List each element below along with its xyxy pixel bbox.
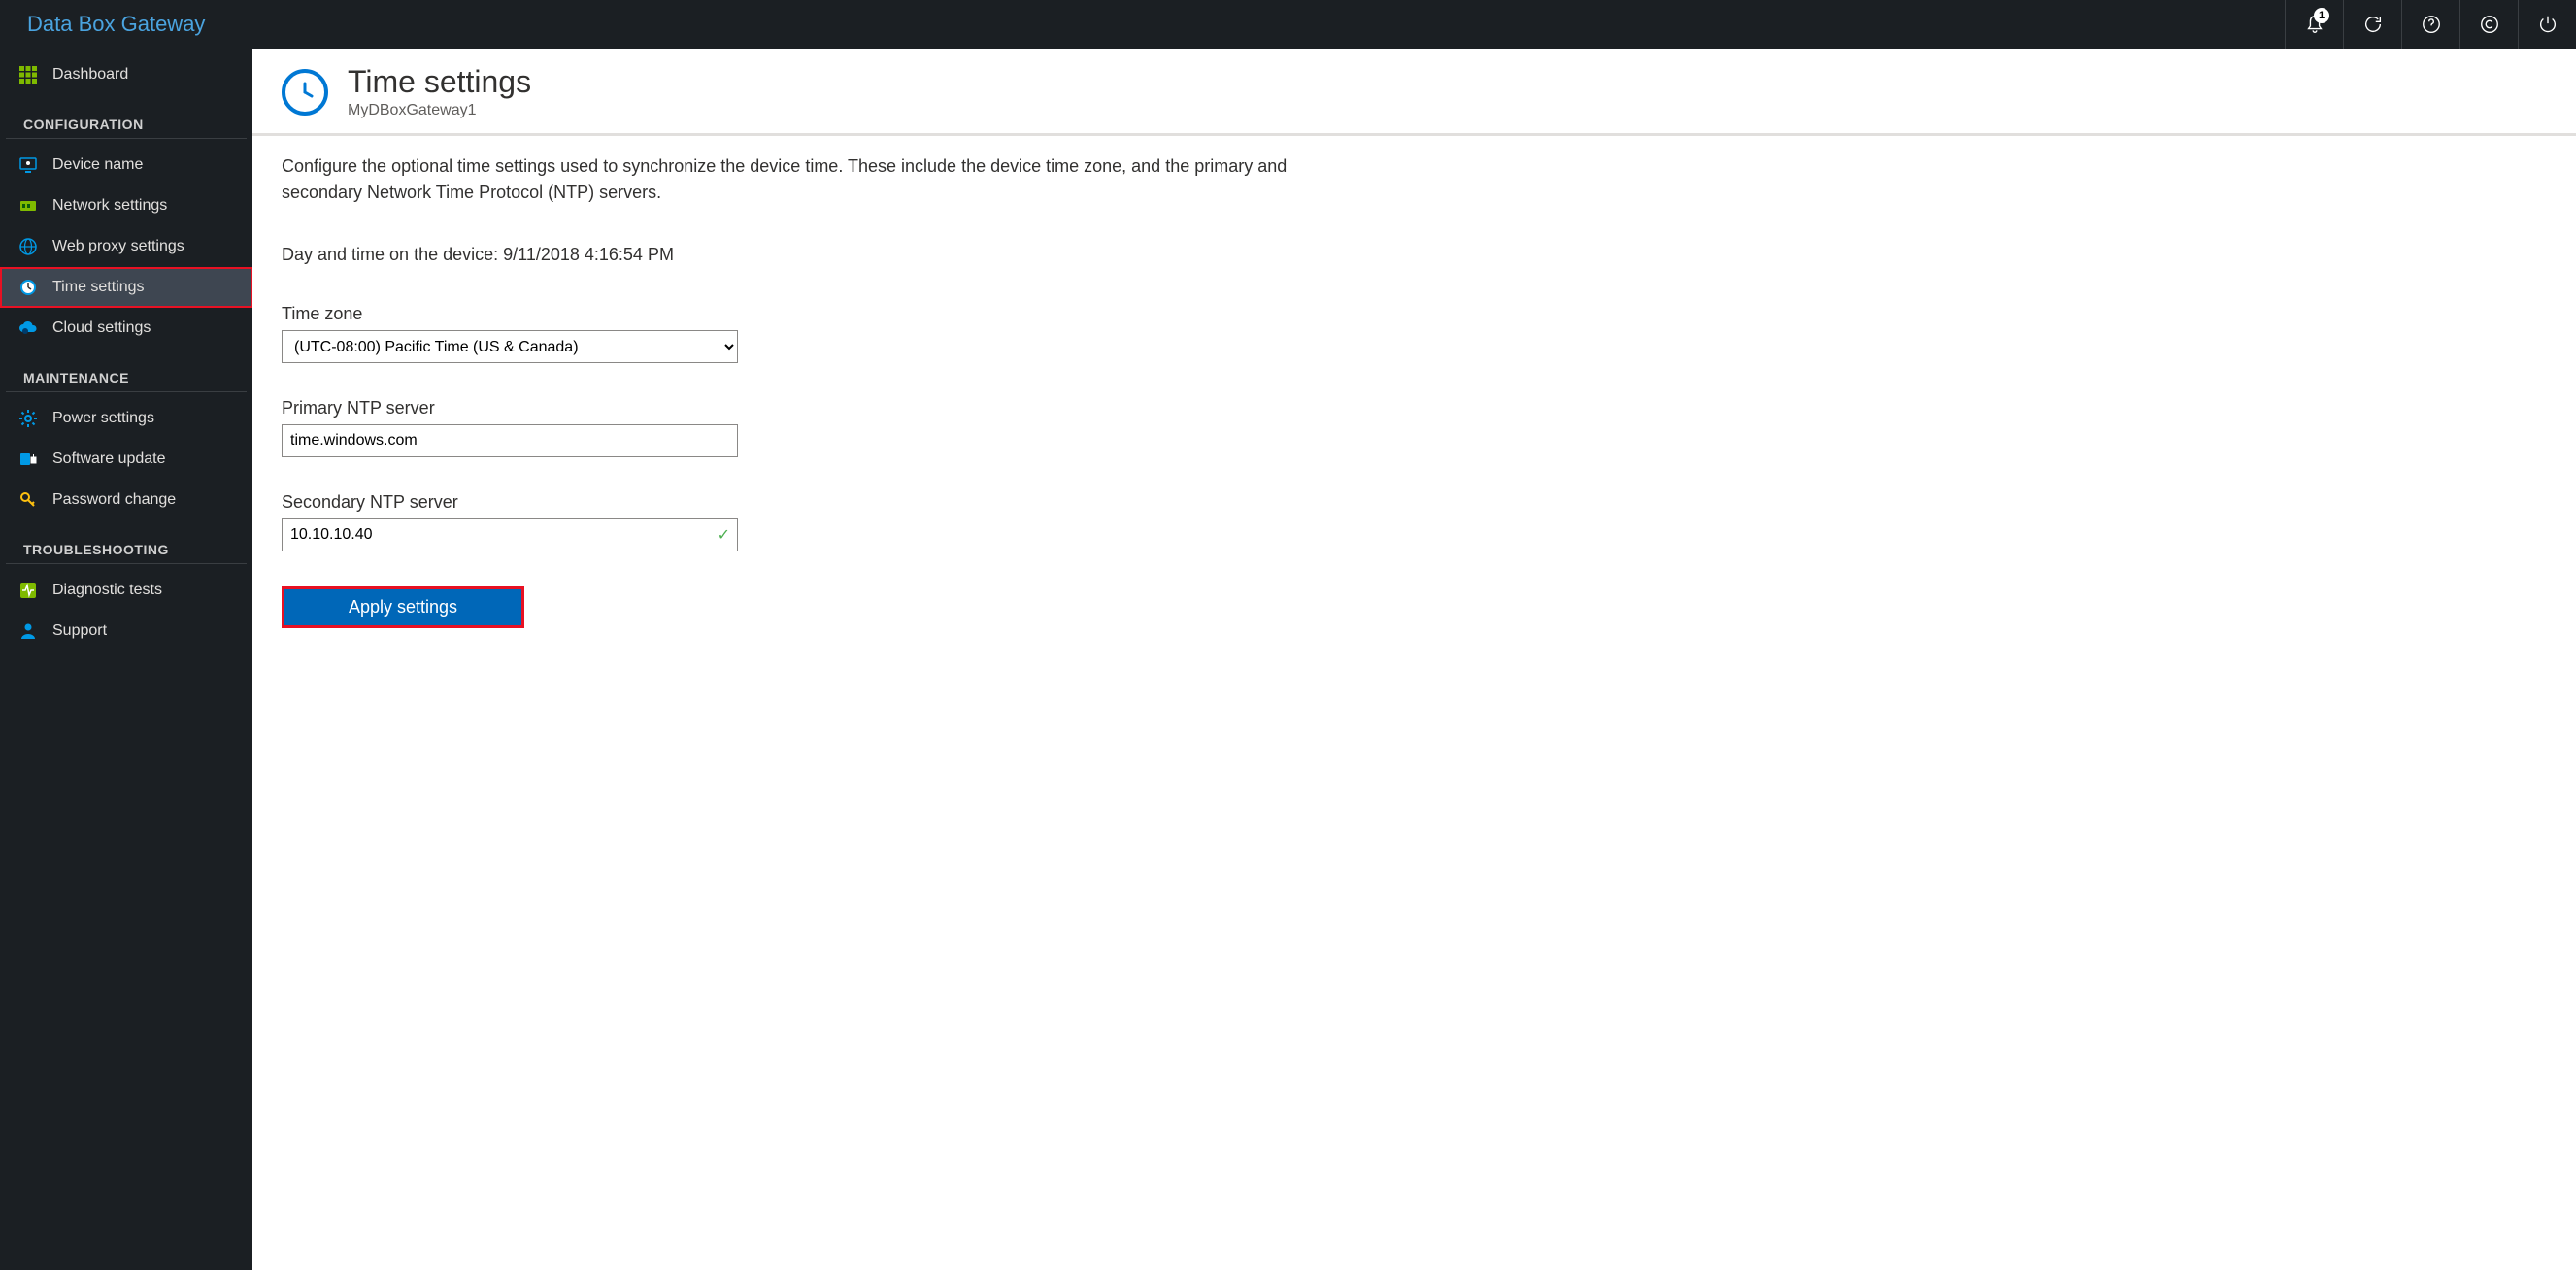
help-button[interactable] bbox=[2401, 0, 2459, 49]
sidebar-item-label: Time settings bbox=[52, 279, 145, 296]
sidebar-item-time-settings[interactable]: Time settings bbox=[0, 267, 252, 308]
brand-title: Data Box Gateway bbox=[27, 12, 205, 37]
sidebar-item-power-settings[interactable]: Power settings bbox=[0, 398, 252, 439]
sidebar-item-label: Power settings bbox=[52, 410, 154, 427]
network-icon bbox=[17, 195, 39, 217]
refresh-button[interactable] bbox=[2343, 0, 2401, 49]
sidebar-item-software-update[interactable]: Software update bbox=[0, 439, 252, 480]
notification-badge: 1 bbox=[2314, 8, 2329, 23]
sidebar-item-diagnostic-tests[interactable]: Diagnostic tests bbox=[0, 570, 252, 611]
sidebar-item-dashboard[interactable]: Dashboard bbox=[0, 54, 252, 95]
dashboard-icon bbox=[17, 64, 39, 85]
refresh-icon bbox=[2362, 14, 2384, 35]
sidebar-item-support[interactable]: Support bbox=[0, 611, 252, 652]
copyright-button[interactable] bbox=[2459, 0, 2518, 49]
page-clock-icon bbox=[282, 69, 328, 116]
apply-settings-button[interactable]: Apply settings bbox=[282, 586, 524, 628]
device-time-value: 9/11/2018 4:16:54 PM bbox=[503, 245, 674, 264]
sidebar: Dashboard CONFIGURATION Device name Netw… bbox=[0, 49, 252, 1270]
secondary-ntp-label: Secondary NTP server bbox=[282, 492, 1291, 513]
power-button[interactable] bbox=[2518, 0, 2576, 49]
sidebar-item-label: Software update bbox=[52, 451, 166, 468]
sidebar-item-network-settings[interactable]: Network settings bbox=[0, 185, 252, 226]
topbar: Data Box Gateway 1 bbox=[0, 0, 2576, 49]
page-header: Time settings MyDBoxGateway1 bbox=[252, 49, 2576, 136]
person-icon bbox=[17, 620, 39, 642]
monitor-icon bbox=[17, 154, 39, 176]
key-icon bbox=[17, 489, 39, 511]
device-time-label: Day and time on the device: bbox=[282, 245, 503, 264]
sidebar-item-label: Dashboard bbox=[52, 66, 128, 84]
notifications-button[interactable]: 1 bbox=[2285, 0, 2343, 49]
sidebar-item-web-proxy[interactable]: Web proxy settings bbox=[0, 226, 252, 267]
primary-ntp-input[interactable] bbox=[282, 424, 738, 457]
clock-icon bbox=[17, 277, 39, 298]
secondary-ntp-input[interactable] bbox=[282, 518, 738, 551]
sidebar-item-password-change[interactable]: Password change bbox=[0, 480, 252, 520]
page-subtitle: MyDBoxGateway1 bbox=[348, 102, 531, 119]
sidebar-item-label: Cloud settings bbox=[52, 319, 151, 337]
topbar-icons: 1 bbox=[2285, 0, 2576, 49]
sidebar-item-label: Device name bbox=[52, 156, 143, 174]
page-title: Time settings bbox=[348, 64, 531, 100]
page-description: Configure the optional time settings use… bbox=[282, 153, 1291, 206]
power-icon bbox=[2537, 14, 2559, 35]
timezone-select[interactable]: (UTC-08:00) Pacific Time (US & Canada) bbox=[282, 330, 738, 363]
sidebar-item-label: Web proxy settings bbox=[52, 238, 184, 255]
timezone-label: Time zone bbox=[282, 304, 1291, 324]
sidebar-item-label: Support bbox=[52, 622, 107, 640]
sidebar-item-label: Network settings bbox=[52, 197, 167, 215]
sidebar-group-maintenance: MAINTENANCE bbox=[6, 349, 247, 392]
cloud-gear-icon bbox=[17, 318, 39, 339]
main-content: Time settings MyDBoxGateway1 Configure t… bbox=[252, 49, 2576, 1270]
sidebar-item-device-name[interactable]: Device name bbox=[0, 145, 252, 185]
help-icon bbox=[2421, 14, 2442, 35]
sidebar-group-troubleshooting: TROUBLESHOOTING bbox=[6, 520, 247, 564]
update-icon bbox=[17, 449, 39, 470]
primary-ntp-label: Primary NTP server bbox=[282, 398, 1291, 418]
sidebar-group-configuration: CONFIGURATION bbox=[6, 95, 247, 139]
gear-icon bbox=[17, 408, 39, 429]
copyright-icon bbox=[2479, 14, 2500, 35]
device-time-row: Day and time on the device: 9/11/2018 4:… bbox=[282, 245, 1291, 265]
globe-icon bbox=[17, 236, 39, 257]
pulse-icon bbox=[17, 580, 39, 601]
sidebar-item-label: Diagnostic tests bbox=[52, 582, 162, 599]
sidebar-item-label: Password change bbox=[52, 491, 176, 509]
sidebar-item-cloud-settings[interactable]: Cloud settings bbox=[0, 308, 252, 349]
